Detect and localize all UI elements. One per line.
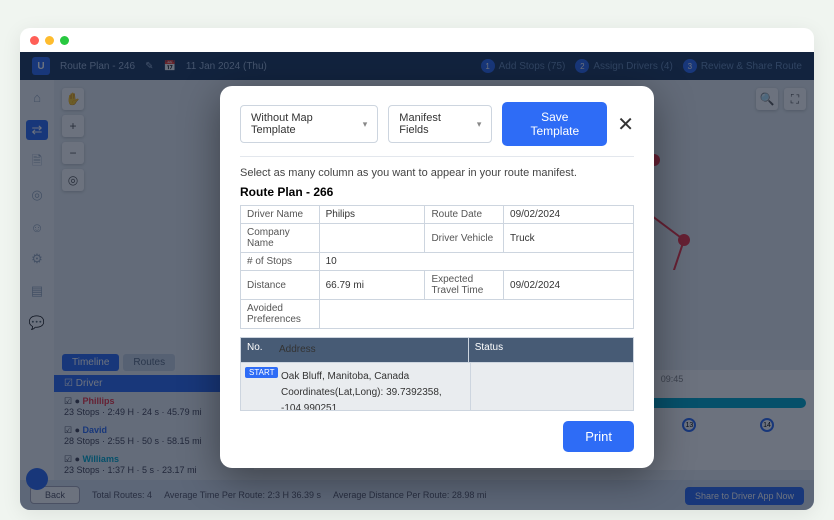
fields-select[interactable]: Manifest Fields▾ (388, 105, 492, 143)
template-select[interactable]: Without Map Template▾ (240, 105, 378, 143)
zoom-out-icon[interactable]: − (62, 142, 84, 164)
home-icon[interactable]: ⌂ (28, 88, 46, 106)
modal-desc: Select as many column as you want to app… (240, 167, 634, 179)
plan-title: Route Plan - 266 (240, 185, 634, 199)
manifest-header: No. Address Status (241, 338, 633, 362)
bottom-bar: Back Total Routes: 4 Average Time Per Ro… (20, 480, 814, 510)
browser-window: U Route Plan - 246 ✎ 📅 11 Jan 2024 (Thu)… (20, 28, 814, 510)
manifest-row: START Oak Bluff, Manitoba, Canada Coordi… (241, 362, 633, 411)
close-dot[interactable] (30, 36, 39, 45)
step-3[interactable]: 3Review & Share Route (683, 59, 802, 73)
search-icon[interactable]: 🔍 (756, 88, 778, 110)
manifest-modal: Without Map Template▾ Manifest Fields▾ S… (220, 86, 654, 468)
tab-timeline[interactable]: Timeline (62, 354, 119, 371)
max-dot[interactable] (60, 36, 69, 45)
calendar-icon: 📅 (163, 61, 175, 72)
doc-icon[interactable]: 🗎 (28, 154, 46, 172)
hand-icon[interactable]: ✋ (62, 88, 84, 110)
min-dot[interactable] (45, 36, 54, 45)
edit-icon[interactable]: ✎ (145, 61, 153, 72)
chat-icon[interactable]: 💬 (28, 314, 46, 332)
step-1[interactable]: 1Add Stops (75) (481, 59, 566, 73)
target-icon[interactable]: ◎ (62, 169, 84, 191)
tab-routes[interactable]: Routes (123, 354, 175, 371)
routes-icon[interactable]: ⇄ (26, 120, 48, 140)
chart-icon[interactable]: ▤ (28, 282, 46, 300)
stop-dot[interactable]: 14 (760, 418, 774, 432)
manifest-table: No. Address Status START Oak Bluff, Mani… (240, 337, 634, 411)
stop-dot[interactable]: 13 (682, 418, 696, 432)
close-icon[interactable]: ✕ (617, 112, 634, 137)
chevron-down-icon: ▾ (363, 119, 368, 130)
avatar[interactable] (26, 468, 48, 490)
info-table: Driver NamePhilipsRoute Date09/02/2024 C… (240, 205, 634, 329)
chevron-down-icon: ▾ (477, 119, 482, 130)
date: 11 Jan 2024 (Thu) (186, 61, 267, 72)
left-nav: ⌂ ⇄ 🗎 ◎ ☺ ⚙ ▤ 💬 (20, 80, 54, 510)
plan-title: Route Plan - 246 (60, 61, 135, 72)
print-button[interactable]: Print (563, 421, 634, 452)
settings-icon[interactable]: ⚙ (28, 250, 46, 268)
step-2[interactable]: 2Assign Drivers (4) (575, 59, 672, 73)
zoom-in-icon[interactable]: + (62, 115, 84, 137)
logo: U (32, 57, 50, 75)
save-template-button[interactable]: Save Template (502, 102, 607, 146)
share-button[interactable]: Share to Driver App Now (685, 487, 804, 505)
location-icon[interactable]: ◎ (28, 186, 46, 204)
fullscreen-icon[interactable]: ⛶ (784, 88, 806, 110)
users-icon[interactable]: ☺ (28, 218, 46, 236)
titlebar (20, 28, 814, 52)
topbar: U Route Plan - 246 ✎ 📅 11 Jan 2024 (Thu)… (20, 52, 814, 80)
